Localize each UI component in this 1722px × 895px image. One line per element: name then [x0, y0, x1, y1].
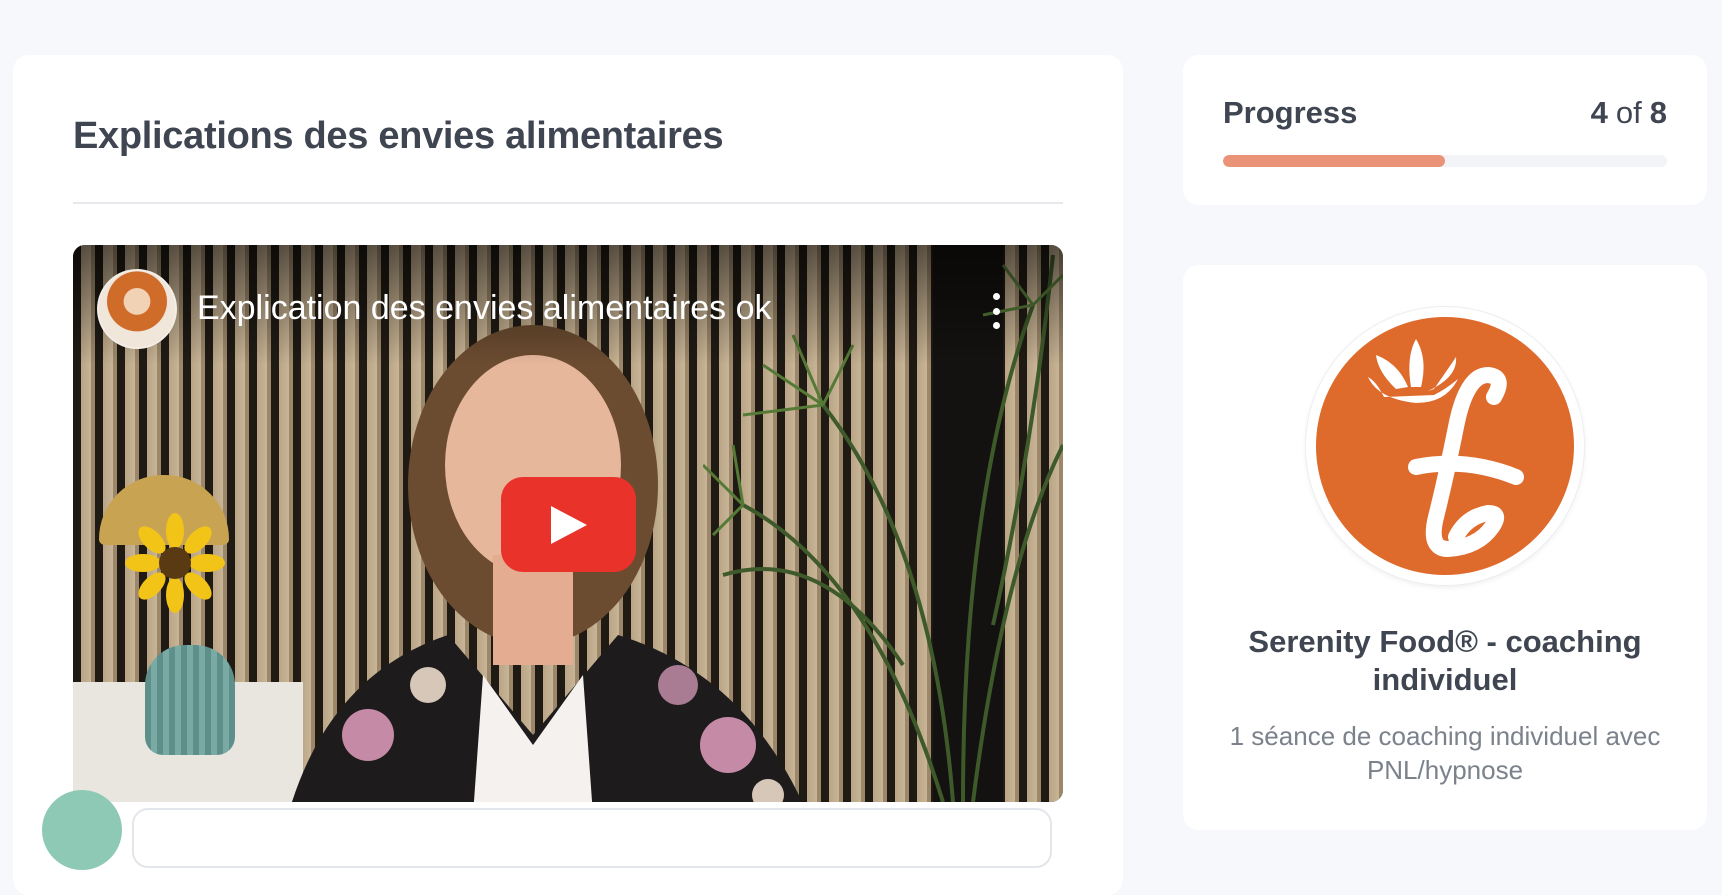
video-vase	[145, 645, 235, 755]
course-card[interactable]: Serenity Food® - coaching individuel 1 s…	[1183, 265, 1707, 830]
progress-current: 4	[1590, 95, 1608, 130]
channel-avatar[interactable]	[97, 269, 177, 349]
title-divider	[73, 202, 1063, 204]
lesson-card: Explications des envies alimentaires Exp…	[13, 55, 1123, 895]
comment-avatar	[42, 790, 122, 870]
comment-input[interactable]	[132, 808, 1052, 868]
progress-count: 4 of 8	[1591, 95, 1667, 131]
play-button[interactable]	[501, 477, 636, 572]
lesson-title: Explications des envies alimentaires	[73, 115, 724, 157]
course-title[interactable]: Serenity Food® - coaching individuel	[1223, 623, 1667, 699]
course-logo-badge	[1316, 317, 1574, 575]
video-title[interactable]: Explication des envies alimentaires ok	[197, 289, 772, 328]
play-icon	[550, 505, 587, 544]
progress-bar	[1223, 155, 1667, 167]
lotus-script-l-logo-icon	[1368, 339, 1524, 558]
course-logo	[1306, 307, 1584, 585]
progress-label: Progress	[1223, 95, 1358, 130]
progress-separator: of	[1615, 95, 1642, 130]
vertical-dots-icon[interactable]	[991, 293, 1001, 329]
progress-bar-fill	[1223, 155, 1445, 167]
sunflower-image	[125, 513, 225, 613]
progress-card: Progress 4 of 8	[1183, 55, 1707, 205]
progress-total: 8	[1649, 95, 1667, 130]
video-player[interactable]: Explication des envies alimentaires ok	[73, 245, 1063, 802]
course-description: 1 séance de coaching individuel avec PNL…	[1229, 721, 1661, 785]
